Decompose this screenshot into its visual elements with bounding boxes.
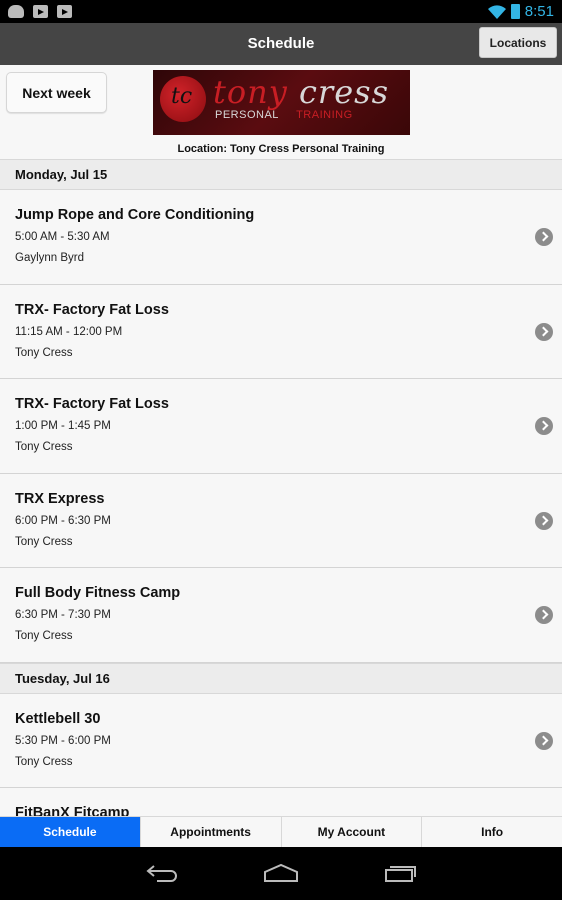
day-header: Tuesday, Jul 16 — [0, 662, 562, 694]
list-item[interactable]: TRX- Factory Fat Loss 11:15 AM - 12:00 P… — [0, 284, 562, 379]
list-item[interactable]: TRX- Factory Fat Loss 1:00 PM - 1:45 PM … — [0, 379, 562, 474]
play-store-icon — [33, 5, 48, 18]
chevron-right-icon[interactable] — [535, 228, 553, 246]
battery-charging-icon — [510, 4, 520, 19]
home-icon[interactable] — [263, 863, 299, 883]
event-instructor: Gaylynn Byrd — [15, 252, 85, 264]
day-header: Monday, Jul 15 — [0, 159, 562, 190]
logo: tc tony cress PERSONAL TRAINING — [153, 70, 410, 135]
list-item[interactable]: Full Body Fitness Camp 6:30 PM - 7:30 PM… — [0, 568, 562, 663]
event-time: 6:00 PM - 6:30 PM — [15, 514, 111, 527]
action-bar: Schedule Locations — [0, 23, 562, 65]
event-instructor: Tony Cress — [15, 630, 73, 642]
event-time: 5:00 AM - 5:30 AM — [15, 231, 110, 243]
back-icon[interactable] — [145, 863, 179, 883]
page-title: Schedule — [247, 35, 315, 52]
play-store-icon — [57, 5, 72, 18]
wifi-icon — [487, 4, 506, 19]
list-item[interactable]: FitBanX Fitcamp — [0, 788, 562, 816]
chevron-right-icon[interactable] — [535, 606, 553, 624]
event-title: Full Body Fitness Camp — [15, 585, 181, 601]
event-instructor: Tony Cress — [15, 441, 73, 453]
tab-info[interactable]: Info — [422, 817, 562, 847]
location-label: Location: Tony Cress Personal Training — [177, 143, 385, 155]
clock: 8:51 — [524, 3, 554, 20]
event-title: Jump Rope and Core Conditioning — [15, 207, 255, 223]
tab-bar: Schedule Appointments My Account Info — [0, 816, 562, 847]
recent-apps-icon[interactable] — [384, 863, 418, 883]
event-instructor: Tony Cress — [15, 755, 73, 768]
locations-button[interactable]: Locations — [479, 27, 557, 58]
status-bar: 8:51 — [0, 0, 562, 23]
chevron-right-icon[interactable] — [535, 511, 553, 530]
logo-name: tony cress — [213, 73, 389, 111]
event-time: 5:30 PM - 6:00 PM — [15, 734, 111, 747]
notification-icons — [8, 5, 72, 18]
event-title: Kettlebell 30 — [15, 710, 101, 727]
tab-my-account[interactable]: My Account — [282, 817, 423, 847]
tab-schedule[interactable]: Schedule — [0, 817, 141, 847]
list-item[interactable]: TRX Express 6:00 PM - 6:30 PM Tony Cress — [0, 473, 562, 568]
list-item[interactable]: Jump Rope and Core Conditioning 5:00 AM … — [0, 190, 562, 285]
chevron-right-icon[interactable] — [535, 417, 553, 435]
event-instructor: Tony Cress — [15, 346, 73, 359]
android-icon — [8, 5, 24, 18]
logo-tagline: PERSONAL TRAINING — [215, 109, 353, 121]
chevron-right-icon[interactable] — [535, 731, 553, 750]
system-nav-bar — [0, 847, 562, 900]
event-title: TRX- Factory Fat Loss — [15, 396, 169, 412]
event-title: TRX- Factory Fat Loss — [15, 301, 169, 318]
event-title: TRX Express — [15, 490, 105, 507]
event-instructor: Tony Cress — [15, 535, 73, 548]
logo-emblem: tc — [160, 76, 206, 122]
schedule-header: Next week tc tony cress PERSONAL TRAININ… — [0, 65, 562, 160]
next-week-button[interactable]: Next week — [6, 72, 107, 113]
event-title: FitBanX Fitcamp — [15, 805, 130, 816]
system-icons: 8:51 — [487, 3, 554, 20]
chevron-right-icon[interactable] — [535, 322, 553, 341]
list-item[interactable]: Kettlebell 30 5:30 PM - 6:00 PM Tony Cre… — [0, 693, 562, 788]
tab-appointments[interactable]: Appointments — [141, 817, 282, 847]
event-time: 11:15 AM - 12:00 PM — [15, 325, 123, 338]
event-time: 6:30 PM - 7:30 PM — [15, 609, 111, 621]
schedule-list[interactable]: Monday, Jul 15 Jump Rope and Core Condit… — [0, 159, 562, 816]
event-time: 1:00 PM - 1:45 PM — [15, 420, 111, 432]
